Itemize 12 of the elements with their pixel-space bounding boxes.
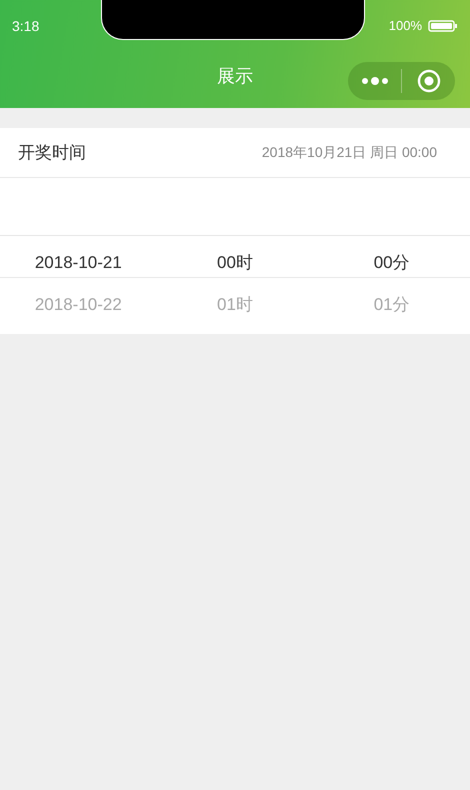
field-value: 2018年10月21日 周日 00:00: [262, 144, 437, 162]
status-time: 3:18: [12, 18, 40, 34]
picker-option[interactable]: 00时: [217, 242, 253, 284]
battery-percent: 100%: [388, 18, 422, 33]
page-title: 展示: [217, 65, 253, 88]
picker-option[interactable]: 00分: [374, 242, 410, 284]
battery-icon: [428, 20, 458, 32]
form-row[interactable]: 开奖时间 2018年10月21日 周日 00:00: [0, 128, 470, 178]
more-icon: [360, 76, 388, 86]
picker-option[interactable]: 2018-10-21: [34, 242, 122, 284]
field-label: 开奖时间: [18, 142, 86, 164]
target-icon: [416, 69, 440, 93]
